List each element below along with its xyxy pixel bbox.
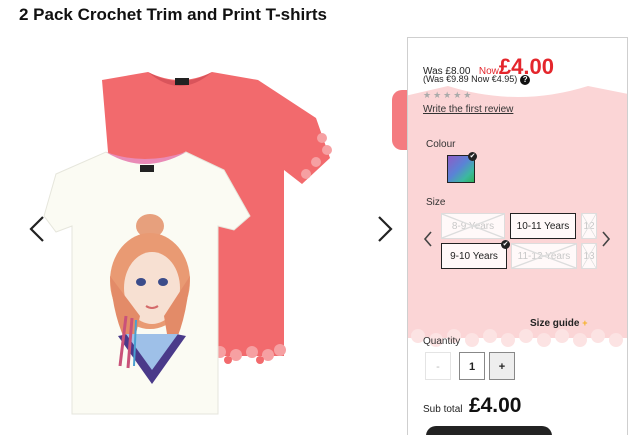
euro-price: (Was €9.89 Now €4.95)? [423, 74, 531, 85]
quantity-increase-button[interactable]: + [489, 352, 515, 380]
colour-label: Colour [426, 139, 456, 150]
gallery-next-button[interactable] [376, 215, 394, 243]
subtotal-label: Sub total [423, 404, 463, 415]
product-image [43, 72, 332, 415]
subtotal-value: £4.00 [468, 394, 522, 417]
purchase-panel: Was £8.00 Now£4.00 (Was €9.89 Now €4.95)… [407, 37, 628, 435]
size-option-10-11[interactable]: 10-11 Years [510, 213, 576, 239]
quantity-decrease-button[interactable]: - [425, 352, 451, 380]
gallery-prev-button[interactable] [28, 215, 46, 243]
size-label: Size [426, 197, 446, 208]
chevron-right-icon [378, 216, 393, 242]
size-option-8-9[interactable]: 8-9 Years [441, 213, 505, 239]
size-option-9-10[interactable]: 9-10 Years [441, 243, 507, 269]
write-review-link[interactable]: Write the first review [423, 104, 513, 115]
chevron-left-icon [29, 216, 44, 242]
size-option-11-12[interactable]: 11-12 Years [511, 243, 577, 269]
chevron-right-icon [602, 231, 611, 247]
size-prev-button[interactable] [423, 231, 433, 252]
chevron-left-icon [423, 231, 432, 247]
page-title: 2 Pack Crochet Trim and Print T-shirts [19, 5, 327, 24]
quantity-label: Quantity [423, 336, 461, 347]
euro-price-text: (Was €9.89 Now €4.95) [423, 74, 518, 84]
size-next-button[interactable] [601, 231, 611, 252]
rating-stars: ★★★★★ [423, 90, 474, 100]
quantity-input[interactable]: 1 [459, 352, 485, 380]
size-option-13[interactable]: 13 [581, 243, 597, 269]
subtotal: Sub total £4.00 [423, 394, 522, 418]
size-guide-link[interactable]: Size guide + [530, 318, 588, 329]
help-icon[interactable]: ? [520, 74, 531, 85]
plus-icon: + [582, 318, 588, 328]
size-selected-check-icon: ✔ [501, 240, 510, 249]
size-option-12[interactable]: 12 [581, 213, 597, 239]
size-guide-label: Size guide [530, 318, 580, 329]
colour-selected-check-icon: ✔ [468, 152, 477, 161]
